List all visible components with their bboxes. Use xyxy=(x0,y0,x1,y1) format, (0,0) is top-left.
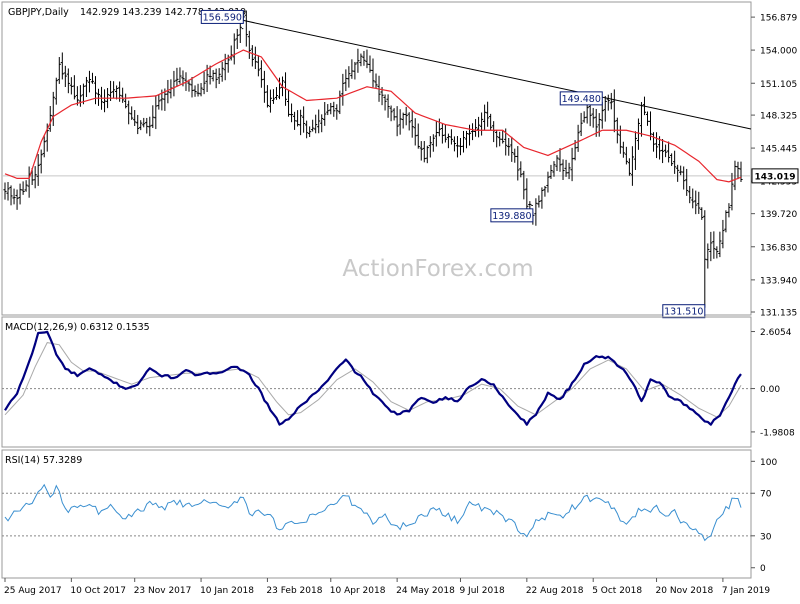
rsi-title: RSI(14) 57.3289 xyxy=(5,455,82,466)
x-tick-label: 10 Jan 2018 xyxy=(200,586,254,596)
x-tick-label: 25 Aug 2017 xyxy=(4,586,62,596)
chart-stage: GBPJPY,Daily 142.929 143.239 142.778 143… xyxy=(0,0,800,600)
watermark: ActionForex.com xyxy=(342,256,533,282)
price-y-tick-label: 136.830 xyxy=(760,243,797,253)
x-tick-label: 10 Apr 2018 xyxy=(330,586,386,596)
rsi-y-tick-label: 100 xyxy=(760,458,777,468)
price-y-tick-label: 133.940 xyxy=(760,276,797,286)
annotation-label: 131.510 xyxy=(664,307,703,318)
x-tick-label: 10 Oct 2017 xyxy=(70,586,126,596)
annotation-label: 149.480 xyxy=(562,94,601,105)
x-tick-label: 5 Oct 2018 xyxy=(592,586,642,596)
annotation-label: 139.880 xyxy=(492,211,531,222)
rsi-y-tick-label: 0 xyxy=(760,564,766,574)
x-tick-label: 20 Nov 2018 xyxy=(656,586,714,596)
rsi-y-tick-label: 70 xyxy=(760,490,772,500)
last-price-tag-label: 143.019 xyxy=(755,172,796,182)
price-y-tick-label: 131.135 xyxy=(760,309,797,319)
symbol-label: GBPJPY,Daily xyxy=(8,7,69,18)
macd-y-tick-label: 2.6054 xyxy=(760,328,792,338)
chart-svg: GBPJPY,Daily 142.929 143.239 142.778 143… xyxy=(0,0,800,600)
price-y-tick-label: 156.879 xyxy=(760,14,797,24)
x-tick-label: 23 Feb 2018 xyxy=(266,586,322,596)
price-y-tick-label: 154.000 xyxy=(760,47,797,57)
price-y-tick-label: 148.325 xyxy=(760,112,797,122)
rsi-y-tick-label: 30 xyxy=(760,532,772,542)
price-y-tick-label: 151.105 xyxy=(760,80,797,90)
annotation-label: 156.590 xyxy=(203,12,242,23)
x-tick-label: 24 May 2018 xyxy=(396,586,455,596)
price-y-tick-label: 145.445 xyxy=(760,145,797,155)
x-tick-label: 22 Aug 2018 xyxy=(526,586,584,596)
price-y-tick-label: 139.720 xyxy=(760,210,797,220)
macd-y-tick-label: -1.9808 xyxy=(760,428,795,438)
macd-y-tick-label: 0.00 xyxy=(760,385,780,395)
x-tick-label: 23 Nov 2017 xyxy=(134,586,192,596)
x-tick-label: 9 Jul 2018 xyxy=(459,586,504,596)
macd-title: MACD(12,26,9) 0.6312 0.1535 xyxy=(5,322,150,333)
x-tick-label: 7 Jan 2019 xyxy=(722,586,770,596)
